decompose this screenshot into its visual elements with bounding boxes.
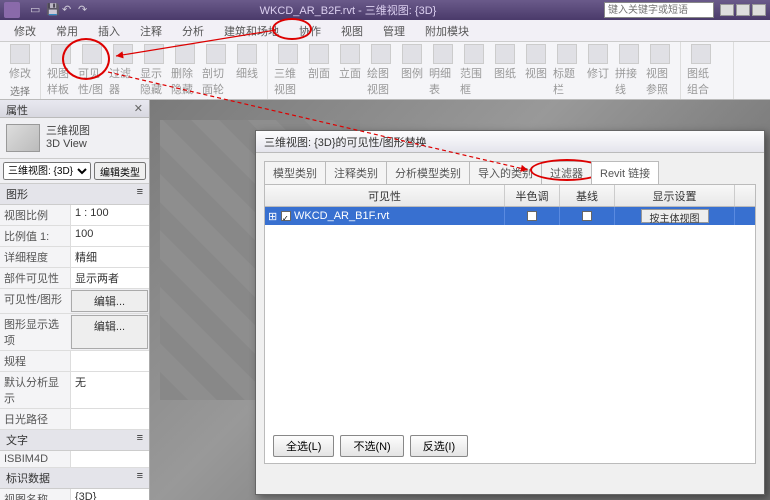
maximize-button[interactable]: [736, 4, 750, 16]
ribbon-btn-2-7[interactable]: 图纸: [491, 44, 519, 97]
type-selector[interactable]: 三维视图 3D View: [0, 118, 149, 159]
prop-row[interactable]: 规程: [0, 351, 149, 372]
ribbon-btn-2-3[interactable]: 绘图视图: [367, 44, 395, 97]
properties-close-icon[interactable]: ✕: [134, 102, 143, 115]
ribbon-btn-2-11[interactable]: 拼接线: [615, 44, 643, 97]
ribbon-btn-2-5[interactable]: 明细表: [429, 44, 457, 97]
view-cube-icon: [6, 124, 40, 152]
dialog-tab-1[interactable]: 注释类别: [325, 161, 387, 184]
qat-save-icon[interactable]: 💾: [46, 3, 60, 17]
ribbon: 修改选择视图样板可见性/图形过滤器显示隐藏线删除隐藏线剖切面轮廓细线图形三维视图…: [0, 42, 770, 100]
qat-undo-icon[interactable]: ↶: [62, 3, 76, 17]
qat-redo-icon[interactable]: ↷: [78, 3, 92, 17]
grid-header: 可见性半色调基线显示设置: [265, 185, 755, 207]
instance-selector[interactable]: 三维视图: {3D}: [3, 162, 91, 180]
prop-row[interactable]: ISBIM4D: [0, 451, 149, 468]
halftone-checkbox[interactable]: [527, 211, 537, 221]
properties-title: 属性: [6, 102, 28, 115]
menu-tab-0[interactable]: 修改: [4, 20, 46, 42]
ribbon-btn-2-6[interactable]: 范围框: [460, 44, 488, 97]
dialog-title: 三维视图: {3D}的可见性/图形替换: [256, 131, 764, 153]
ribbon-btn-2-0[interactable]: 三维视图: [274, 44, 302, 97]
ribbon-group-1: 视图样板可见性/图形过滤器显示隐藏线删除隐藏线剖切面轮廓细线图形: [41, 42, 268, 99]
prop-section-0[interactable]: 图形≡: [0, 184, 149, 205]
properties-header: 属性 ✕: [0, 100, 149, 118]
menu-tab-9[interactable]: 附加模块: [415, 20, 479, 42]
ribbon-btn-3-0[interactable]: 图纸组合: [687, 44, 715, 97]
dialog-tabstrip: 模型类别注释类别分析模型类别导入的类别过滤器Revit 链接: [264, 161, 756, 184]
ribbon-btn-0-0[interactable]: 修改: [6, 44, 34, 82]
ribbon-btn-2-1[interactable]: 剖面: [305, 44, 333, 97]
properties-panel: 属性 ✕ 三维视图 3D View 三维视图: {3D} 编辑类型 图形≡视图比…: [0, 100, 150, 500]
prop-row[interactable]: 视图名称{3D}: [0, 489, 149, 500]
qat-open-icon[interactable]: ▭: [30, 3, 44, 17]
prop-row[interactable]: 比例值 1:100: [0, 226, 149, 247]
dialog-button-2[interactable]: 反选(I): [410, 435, 468, 457]
grid-col-2[interactable]: 基线: [560, 185, 615, 206]
help-search-input[interactable]: [604, 2, 714, 18]
type-name: 三维视图: [46, 125, 90, 138]
ribbon-btn-2-8[interactable]: 视图: [522, 44, 550, 97]
dialog-tab-5[interactable]: Revit 链接: [591, 161, 659, 184]
dialog-tab-0[interactable]: 模型类别: [264, 161, 326, 184]
ribbon-btn-2-2[interactable]: 立面: [336, 44, 364, 97]
grid-col-3[interactable]: 显示设置: [615, 185, 735, 206]
ribbon-btn-2-12[interactable]: 视图参照: [646, 44, 674, 97]
prop-section-2[interactable]: 标识数据≡: [0, 468, 149, 489]
menu-tab-6[interactable]: 协作: [289, 20, 331, 42]
ribbon-group-0: 修改选择: [0, 42, 41, 99]
ribbon-btn-2-9[interactable]: 标题栏: [553, 44, 581, 97]
prop-section-1[interactable]: 文字≡: [0, 430, 149, 451]
minimize-button[interactable]: [720, 4, 734, 16]
dialog-tab-2[interactable]: 分析模型类别: [386, 161, 470, 184]
dialog-body: 可见性半色调基线显示设置 ⊞WKCD_AR_B1F.rvt按主体视图 全选(L)…: [264, 184, 756, 464]
quick-access-toolbar: ▭ 💾 ↶ ↷: [30, 3, 92, 17]
ribbon-btn-2-4[interactable]: 图例: [398, 44, 426, 97]
prop-row[interactable]: 图形显示选项编辑...: [0, 314, 149, 351]
grid-col-1[interactable]: 半色调: [505, 185, 560, 206]
prop-row[interactable]: 详细程度精细: [0, 247, 149, 268]
menu-tab-2[interactable]: 插入: [88, 20, 130, 42]
window-controls: [720, 4, 766, 16]
app-logo[interactable]: [4, 2, 20, 18]
menu-tab-3[interactable]: 注释: [130, 20, 172, 42]
prop-row[interactable]: 视图比例1 : 100: [0, 205, 149, 226]
visibility-checkbox[interactable]: [281, 211, 291, 221]
prop-row[interactable]: 默认分析显示无: [0, 372, 149, 409]
grid-row[interactable]: ⊞WKCD_AR_B1F.rvt按主体视图: [265, 207, 755, 225]
titlebar: ▭ 💾 ↶ ↷ WKCD_AR_B2F.rvt - 三维视图: {3D}: [0, 0, 770, 20]
dialog-footer: 全选(L) 不选(N) 反选(I): [273, 435, 468, 457]
ribbon-group-2: 三维视图剖面立面绘图视图图例明细表范围框图纸视图标题栏修订拼接线视图参照创建: [268, 42, 681, 99]
ribbon-group-label: 选择: [6, 82, 34, 99]
display-setting-button[interactable]: 按主体视图: [641, 209, 709, 223]
underlay-checkbox[interactable]: [582, 211, 592, 221]
menu-tab-5[interactable]: 建筑和场地: [214, 20, 289, 42]
grid-col-0[interactable]: 可见性: [265, 185, 505, 206]
window-title: WKCD_AR_B2F.rvt - 三维视图: {3D}: [92, 2, 604, 18]
prop-row[interactable]: 日光路径: [0, 409, 149, 430]
edit-type-button[interactable]: 编辑类型: [94, 162, 146, 180]
dialog-tab-4[interactable]: 过滤器: [541, 161, 592, 184]
ribbon-tabs: 修改常用插入注释分析建筑和场地协作视图管理附加模块: [0, 20, 770, 42]
ribbon-btn-2-10[interactable]: 修订: [584, 44, 612, 97]
prop-row[interactable]: 可见性/图形编辑...: [0, 289, 149, 314]
ribbon-group-3: 图纸组合图纸组合: [681, 42, 734, 99]
menu-tab-4[interactable]: 分析: [172, 20, 214, 42]
menu-tab-8[interactable]: 管理: [373, 20, 415, 42]
menu-tab-7[interactable]: 视图: [331, 20, 373, 42]
type-subname: 3D View: [46, 138, 90, 151]
dialog-tab-3[interactable]: 导入的类别: [469, 161, 542, 184]
dialog-button-0[interactable]: 全选(L): [273, 435, 334, 457]
menu-tab-1[interactable]: 常用: [46, 20, 88, 42]
dialog-button-1[interactable]: 不选(N): [340, 435, 403, 457]
prop-row[interactable]: 部件可见性显示两者: [0, 268, 149, 289]
close-button[interactable]: [752, 4, 766, 16]
visibility-graphics-dialog: 三维视图: {3D}的可见性/图形替换 模型类别注释类别分析模型类别导入的类别过…: [255, 130, 765, 495]
